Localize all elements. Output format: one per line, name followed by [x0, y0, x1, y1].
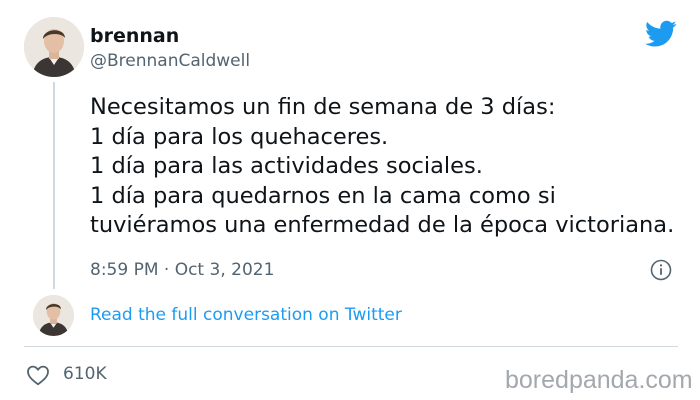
avatar-photo-icon: [33, 295, 74, 336]
reply-avatar[interactable]: [33, 295, 74, 336]
avatar-photo-icon: [24, 17, 84, 77]
author-display-name[interactable]: brennan: [90, 24, 179, 48]
tweet-line: tuviéramos una enfermedad de la época vi…: [90, 212, 675, 238]
tweet-line: 1 día para los quehaceres.: [90, 123, 389, 150]
author-avatar[interactable]: [24, 17, 84, 77]
twitter-bird-icon[interactable]: [645, 20, 677, 48]
author-handle[interactable]: @BrennanCaldwell: [90, 50, 250, 72]
like-count: 610K: [63, 364, 107, 384]
tweet-line: 1 día para quedarnos en la cama como si: [90, 182, 556, 209]
heart-icon[interactable]: [26, 364, 50, 386]
tweet-timestamp[interactable]: 8:59 PM · Oct 3, 2021: [90, 259, 274, 281]
tweet-text: Necesitamos un fin de semana de 3 días: …: [90, 93, 690, 241]
info-icon[interactable]: [650, 259, 672, 281]
thread-connector-line: [53, 82, 55, 289]
read-conversation-link[interactable]: Read the full conversation on Twitter: [90, 304, 402, 326]
tweet-line: Necesitamos un fin de semana de 3 días:: [90, 94, 556, 120]
tweet-line: 1 día para las actividades sociales.: [90, 153, 483, 179]
watermark: boredpanda.com: [505, 366, 693, 394]
divider: [24, 346, 678, 347]
